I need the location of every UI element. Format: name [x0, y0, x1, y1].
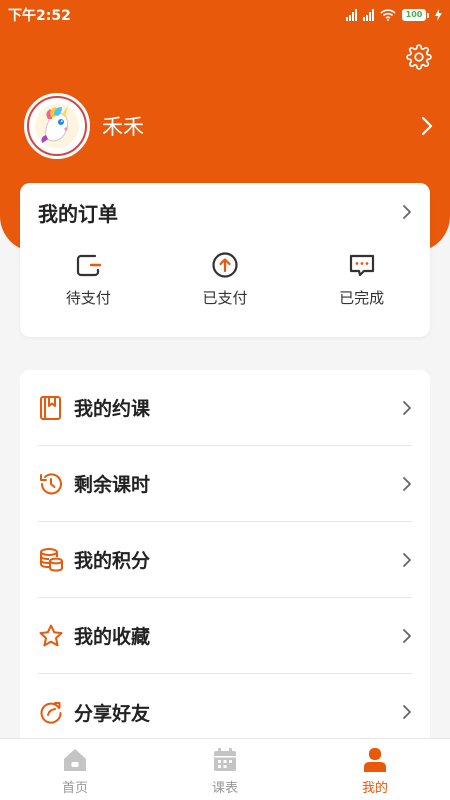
unicorn-logo-icon — [27, 96, 87, 156]
order-completed[interactable]: 已完成 — [293, 251, 430, 337]
calendar-icon — [214, 748, 236, 771]
tab-label: 我的 — [361, 781, 388, 796]
tab-label: 课表 — [211, 781, 238, 796]
menu-item-label: 我的积分 — [74, 550, 151, 572]
wallet-icon — [77, 254, 102, 277]
clock-history-icon — [40, 472, 62, 494]
menu-item-my-points[interactable]: 我的积分 — [38, 522, 412, 598]
settings-gear-icon[interactable] — [406, 44, 432, 70]
profile-row[interactable]: 禾禾 — [24, 92, 434, 160]
tab-mine[interactable]: 我的 — [300, 739, 450, 800]
chevron-right-icon — [403, 205, 411, 219]
message-dots-icon — [349, 254, 374, 277]
chevron-right-icon — [403, 628, 411, 643]
my-orders-card: 我的订单 待支付 已支付 已完成 — [20, 183, 430, 337]
menu-card: 我的约课 剩余课时 我的积分 我的收藏 分享好友 — [20, 370, 430, 742]
menu-item-my-bookings[interactable]: 我的约课 — [38, 370, 412, 446]
order-paid[interactable]: 已支付 — [157, 251, 294, 337]
arrow-up-circle-icon — [212, 252, 238, 278]
tab-schedule[interactable]: 课表 — [150, 739, 300, 800]
battery-icon: 100 — [402, 9, 429, 21]
home-icon — [64, 749, 86, 771]
share-icon — [40, 702, 62, 724]
status-icons: 100 — [346, 9, 442, 21]
book-icon — [40, 395, 61, 420]
my-orders-header[interactable]: 我的订单 — [20, 183, 430, 241]
avatar[interactable] — [24, 93, 90, 159]
user-icon — [364, 748, 386, 772]
order-item-label: 已支付 — [202, 289, 248, 307]
status-time: 下午2:52 — [8, 8, 71, 24]
menu-item-label: 剩余课时 — [74, 474, 151, 496]
coins-icon — [40, 547, 63, 572]
menu-item-label: 我的收藏 — [74, 626, 151, 648]
order-item-label: 已完成 — [339, 289, 385, 307]
chevron-right-icon — [403, 705, 411, 719]
signal-icon — [346, 9, 357, 21]
status-bar: 下午2:52 100 — [0, 0, 450, 30]
menu-item-my-favorites[interactable]: 我的收藏 — [38, 598, 412, 674]
chevron-right-icon — [403, 400, 411, 415]
menu-item-label: 分享好友 — [74, 702, 151, 725]
wifi-icon — [380, 9, 396, 21]
order-pending-payment[interactable]: 待支付 — [20, 251, 157, 337]
username: 禾禾 — [102, 115, 144, 139]
bottom-tab-bar: 首页 课表 我的 — [0, 738, 450, 800]
order-item-label: 待支付 — [65, 289, 111, 307]
menu-item-remaining-hours[interactable]: 剩余课时 — [38, 446, 412, 522]
chevron-right-icon[interactable] — [420, 116, 434, 136]
menu-item-share-friends[interactable]: 分享好友 — [38, 674, 412, 742]
chevron-right-icon — [403, 552, 411, 567]
charging-icon — [435, 9, 442, 21]
tab-home[interactable]: 首页 — [0, 739, 150, 800]
my-orders-title: 我的订单 — [38, 201, 118, 226]
tab-label: 首页 — [61, 781, 88, 796]
star-icon — [39, 624, 63, 646]
battery-level: 100 — [402, 9, 426, 21]
signal-icon — [363, 9, 374, 21]
chevron-right-icon — [403, 476, 411, 491]
menu-item-label: 我的约课 — [74, 398, 151, 420]
